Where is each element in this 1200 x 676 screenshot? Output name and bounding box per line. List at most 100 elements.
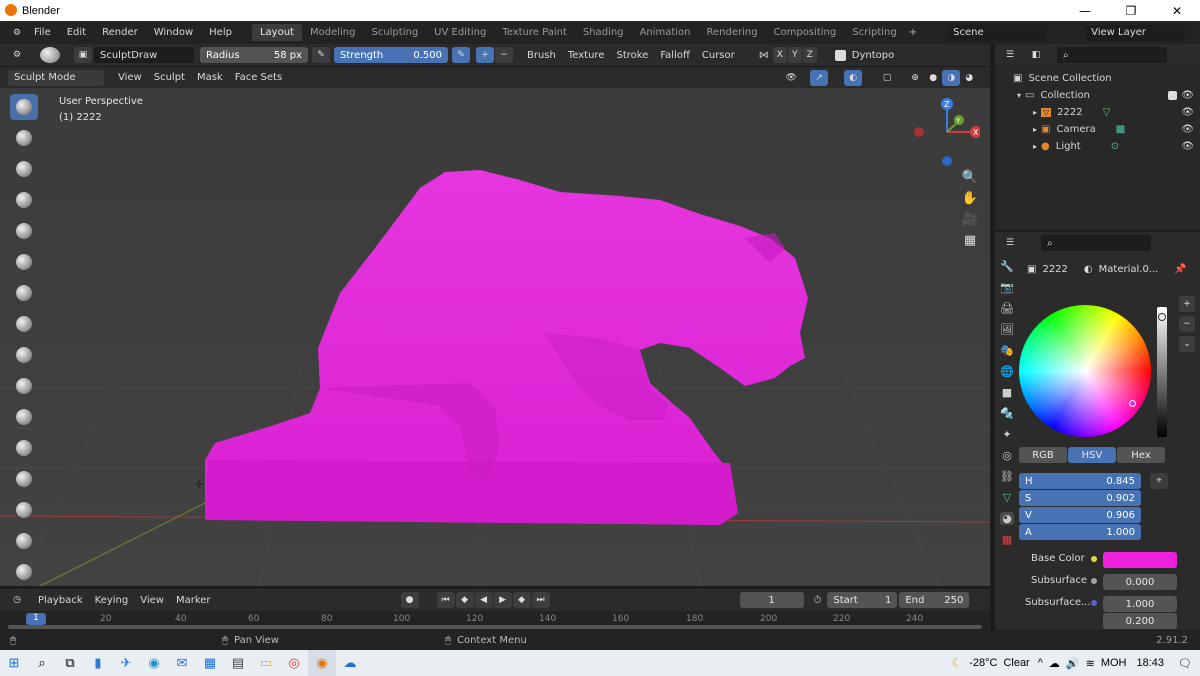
timeline-scrollbar[interactable] <box>8 625 982 629</box>
outliner-item-camera[interactable]: ▸ ▣ Camera ▩ 👁 <box>995 121 1200 138</box>
start-frame-field[interactable]: Start 1 <box>827 592 898 608</box>
material-tab-icon[interactable]: ◕ <box>1000 512 1014 525</box>
tab-hex[interactable]: Hex <box>1117 447 1165 463</box>
minimize-button[interactable]: — <box>1062 0 1108 21</box>
properties-editor-icon[interactable]: ☰ <box>1001 235 1019 251</box>
3d-viewport[interactable]: ✛ User Perspective (1) 2222 Z X Y 🔍 ✋ 🎥 … <box>0 88 990 586</box>
xray-toggle-icon[interactable]: ▢ <box>878 70 896 86</box>
maximize-button[interactable]: ❐ <box>1108 0 1154 21</box>
hue-slider[interactable]: H 0.845 <box>1019 473 1141 489</box>
edge-browser-icon[interactable]: ◉ <box>140 650 168 676</box>
collapse-arrow-icon[interactable]: ▾ <box>1017 91 1021 100</box>
windows-start-icon[interactable]: ⊞ <box>0 650 28 676</box>
view-layer-tab-icon[interactable]: 🖼 <box>1000 323 1014 336</box>
add-slot-button[interactable]: + <box>1179 296 1195 312</box>
overlay-toggle-icon[interactable]: ◐ <box>844 69 863 86</box>
navigation-gizmo[interactable]: Z X Y <box>910 96 982 176</box>
taskbar-app-icon[interactable]: ▮ <box>84 650 112 676</box>
file-explorer-icon[interactable]: ▭ <box>252 650 280 676</box>
add-workspace-icon[interactable]: + <box>909 27 917 38</box>
tool-blob[interactable] <box>10 311 38 337</box>
pin-icon[interactable]: 📌 <box>1174 264 1186 275</box>
face-sets-menu[interactable]: Face Sets <box>229 72 288 83</box>
saturation-slider[interactable]: S 0.902 <box>1019 490 1141 506</box>
prev-keyframe-icon[interactable]: ◆ <box>455 592 474 608</box>
search-icon[interactable]: ⌕ <box>28 650 56 676</box>
camera-visibility-icon[interactable]: 👁 <box>1181 124 1194 135</box>
jump-start-icon[interactable]: ⏮ <box>436 592 455 608</box>
tool-inflate[interactable] <box>10 280 38 306</box>
stopwatch-icon[interactable]: ⏱ <box>814 595 822 606</box>
wireframe-shading-icon[interactable]: ⊕ <box>906 70 924 86</box>
slot-menu-chevron-icon[interactable]: ⌄ <box>1179 336 1195 352</box>
symmetry-z-toggle[interactable]: Z <box>802 47 817 63</box>
tool-pinch[interactable] <box>10 528 38 554</box>
notification-icon[interactable]: 🗨 <box>1178 657 1192 670</box>
mail-icon[interactable]: ✉ <box>168 650 196 676</box>
marker-menu[interactable]: Marker <box>170 595 217 606</box>
language-indicator[interactable]: МОН <box>1101 657 1127 669</box>
expand-arrow-icon[interactable]: ▸ <box>1033 108 1037 117</box>
onedrive-icon[interactable]: ☁ <box>336 650 364 676</box>
tool-tab-icon[interactable]: 🔧 <box>1000 260 1014 273</box>
tool-clay-thumb[interactable] <box>10 218 38 244</box>
playback-menu[interactable]: Playback <box>32 595 89 606</box>
play-icon[interactable]: ▶ <box>493 592 512 608</box>
pan-hand-icon[interactable]: ✋ <box>962 191 978 206</box>
visibility-icon[interactable]: 👁 <box>782 70 800 86</box>
light-visibility-icon[interactable]: 👁 <box>1181 141 1194 152</box>
texture-menu[interactable]: Texture <box>562 50 611 61</box>
blender-taskbar-icon[interactable]: ◉ <box>308 650 336 676</box>
tool-layer[interactable] <box>10 249 38 275</box>
sculpt-menu[interactable]: Sculpt <box>148 72 191 83</box>
auto-keying-icon[interactable]: ● <box>400 592 419 608</box>
view-menu[interactable]: View <box>112 72 148 83</box>
constraints-tab-icon[interactable]: ⛓ <box>1000 470 1014 483</box>
editor-type-icon[interactable]: ⚙ <box>8 25 26 41</box>
strength-pressure-icon[interactable]: ✎ <box>452 47 470 63</box>
zoom-icon[interactable]: 🔍 <box>962 170 978 185</box>
tool-crease[interactable] <box>10 342 38 368</box>
tray-chevron-icon[interactable]: ^ <box>1038 657 1043 669</box>
mode-selector[interactable]: Sculpt Mode <box>8 69 104 86</box>
tool-smooth[interactable] <box>10 373 38 399</box>
outliner-item-2222[interactable]: ▸ ▽ 2222 ▽ 👁 <box>995 104 1200 121</box>
tab-rgb[interactable]: RGB <box>1019 447 1067 463</box>
expand-arrow-icon[interactable]: ▸ <box>1033 142 1037 151</box>
physics-tab-icon[interactable]: ◎ <box>1002 449 1012 462</box>
view-layer-selector[interactable]: View Layer <box>1085 24 1186 41</box>
expand-arrow-icon[interactable]: ▸ <box>1033 125 1037 134</box>
tab-sculpting[interactable]: Sculpting <box>363 24 426 41</box>
particles-tab-icon[interactable]: ✦ <box>1002 428 1011 441</box>
symmetry-y-toggle[interactable]: Y <box>787 47 802 63</box>
symmetry-x-toggle[interactable]: X <box>772 47 787 63</box>
keying-menu[interactable]: Keying <box>89 595 135 606</box>
modifier-tab-icon[interactable]: 🔩 <box>1000 407 1014 420</box>
add-direction-button[interactable]: + <box>476 47 494 63</box>
collection-row[interactable]: ▾ ▭ Collection 👁 <box>995 87 1200 104</box>
subsurface-field[interactable]: 0.000 <box>1103 574 1177 590</box>
value-field[interactable]: V 0.906 <box>1019 507 1141 523</box>
tab-texture-paint[interactable]: Texture Paint <box>494 24 575 41</box>
cursor-menu[interactable]: Cursor <box>696 50 741 61</box>
clock[interactable]: 18:43 <box>1137 657 1165 669</box>
scene-selector[interactable]: Scene <box>947 24 1048 41</box>
tool-scrape[interactable] <box>10 466 38 492</box>
volume-icon[interactable]: 🔊 <box>1066 657 1080 670</box>
tab-uv-editing[interactable]: UV Editing <box>426 24 494 41</box>
solid-shading-icon[interactable]: ● <box>924 70 942 86</box>
brush-menu[interactable]: Brush <box>521 50 562 61</box>
strength-slider[interactable]: Strength 0.500 <box>334 47 448 63</box>
tab-compositing[interactable]: Compositing <box>766 24 845 41</box>
tool-clay-strips[interactable] <box>10 187 38 213</box>
remove-slot-button[interactable]: − <box>1179 316 1195 332</box>
tab-layout[interactable]: Layout <box>251 24 302 41</box>
tab-animation[interactable]: Animation <box>632 24 699 41</box>
radius-slider[interactable]: Radius 58 px <box>200 47 308 63</box>
menu-render[interactable]: Render <box>94 27 146 38</box>
color-wheel[interactable] <box>1019 305 1151 437</box>
scene-collection-row[interactable]: ▣ Scene Collection <box>995 70 1200 87</box>
tool-multiplane-scrape[interactable] <box>10 497 38 523</box>
brush-preview-icon[interactable] <box>40 47 60 63</box>
falloff-menu[interactable]: Falloff <box>654 50 696 61</box>
